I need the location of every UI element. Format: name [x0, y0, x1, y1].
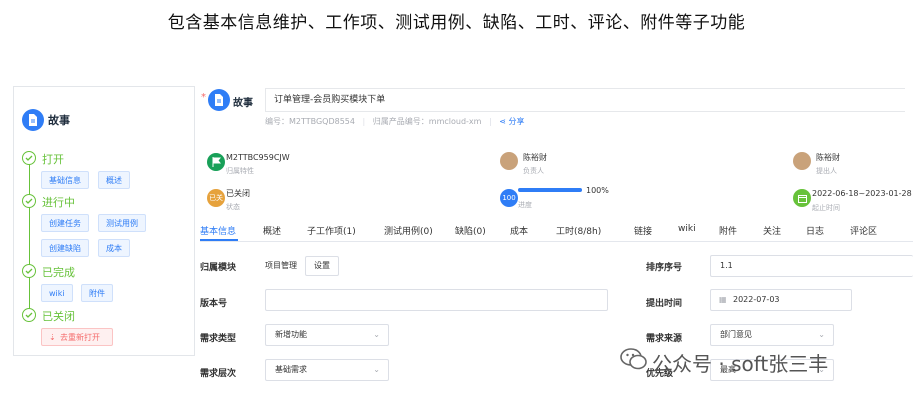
- share-link[interactable]: ⋖ 分享: [499, 117, 524, 126]
- progress-text: 100%: [586, 186, 609, 195]
- req-type-select[interactable]: 新增功能 ⌄: [265, 324, 389, 346]
- progress-fill: [518, 188, 582, 192]
- order-label: 排序序号: [646, 263, 683, 273]
- module-setting-button[interactable]: 设置: [305, 256, 339, 276]
- level-select[interactable]: 基础需求 ⌄: [265, 359, 389, 381]
- document-icon: [22, 109, 44, 131]
- tab-log[interactable]: 日志: [806, 224, 824, 237]
- check-icon: [22, 194, 36, 208]
- avatar: [793, 152, 811, 170]
- chevron-down-icon: ⌄: [373, 330, 380, 339]
- feature-code: M2TTBC959CJW: [226, 153, 290, 162]
- tab-attachments[interactable]: 附件: [719, 224, 737, 237]
- stage-progress-label: 进行中: [42, 196, 75, 209]
- date-range-label: 起止时间: [812, 204, 840, 212]
- tab-links[interactable]: 链接: [634, 224, 652, 237]
- stage-done-label: 已完成: [42, 266, 75, 279]
- reporter-name: 陈裕财: [816, 153, 840, 162]
- chevron-down-icon: ⌄: [818, 330, 825, 339]
- tab-overview[interactable]: 概述: [263, 224, 281, 237]
- check-icon: [22, 151, 36, 165]
- req-type-label: 需求类型: [200, 334, 237, 344]
- version-input[interactable]: [265, 289, 608, 311]
- work-item-type: 故事: [233, 98, 253, 109]
- flag-icon: [207, 153, 225, 171]
- meta-line: 编号：M2TTBGQD8554 | 归属产品编号：mmcloud-xm | ⋖ …: [265, 117, 525, 126]
- tab-bugs[interactable]: 缺陷(0): [455, 224, 486, 237]
- tab-worktime[interactable]: 工时(8/8h): [556, 224, 601, 237]
- watermark-text: 公众号 · soft张三丰: [652, 352, 829, 376]
- active-tab-indicator: [200, 239, 238, 241]
- title-input[interactable]: 订单管理-会员购买模块下单: [265, 88, 905, 112]
- lifecycle-panel: 故事 打开 基础信息 概述 进行中 创建任务 测试用例 创建缺陷 成本 已完成 …: [13, 86, 195, 356]
- share-label: 分享: [508, 117, 525, 126]
- reopen-label: 去重新打开: [60, 333, 100, 342]
- tabs-divider: [200, 241, 913, 242]
- story-title: 故事: [48, 114, 70, 127]
- date-label: 提出时间: [646, 299, 683, 309]
- document-icon: [208, 89, 230, 111]
- level-value: 基础需求: [275, 365, 307, 374]
- meta-product: 归属产品编号：mmcloud-xm: [372, 117, 482, 126]
- undo-icon: ⇣: [49, 333, 56, 342]
- feature-code-label: 归属特性: [226, 167, 254, 175]
- tab-wiki[interactable]: wiki: [678, 224, 696, 234]
- meta-number: 编号：M2TTBGQD8554: [265, 117, 355, 126]
- status-label: 状态: [226, 203, 240, 211]
- level-label: 需求层次: [200, 369, 237, 379]
- source-select[interactable]: 部门意见 ⌄: [710, 324, 834, 346]
- status-value: 已关闭: [226, 189, 250, 198]
- version-label: 版本号: [200, 299, 228, 309]
- calendar-icon: ▦: [719, 295, 727, 304]
- source-label: 需求来源: [646, 334, 683, 344]
- reopen-button[interactable]: ⇣ 去重新打开: [41, 328, 113, 346]
- source-value: 部门意见: [720, 330, 752, 339]
- share-icon: ⋖: [499, 117, 506, 126]
- tag-attachment[interactable]: 附件: [81, 284, 113, 302]
- status-badge: 已关: [207, 189, 225, 207]
- tag-basic-info[interactable]: 基础信息: [41, 171, 89, 189]
- check-icon: [22, 264, 36, 278]
- tab-basic-info[interactable]: 基本信息: [200, 224, 236, 237]
- page-caption: 包含基本信息维护、工作项、测试用例、缺陷、工时、评论、附件等子功能: [167, 13, 746, 33]
- module-value: 项目管理: [265, 261, 297, 270]
- tag-cost[interactable]: 成本: [98, 239, 130, 257]
- tag-wiki[interactable]: wiki: [41, 284, 73, 302]
- tab-comments[interactable]: 评论区: [850, 224, 877, 237]
- tag-overview[interactable]: 概述: [98, 171, 130, 189]
- tag-test-case[interactable]: 测试用例: [98, 214, 146, 232]
- chevron-down-icon: ⌄: [373, 365, 380, 374]
- progress-label: 进度: [518, 201, 532, 209]
- timeline-line: [29, 159, 30, 311]
- stage-closed-label: 已关闭: [42, 310, 75, 323]
- owner-label: 负责人: [523, 167, 544, 175]
- module-label: 归属模块: [200, 263, 237, 273]
- reporter-label: 提出人: [816, 167, 837, 175]
- calendar-icon: [793, 189, 811, 207]
- order-input[interactable]: 1.1: [710, 255, 913, 277]
- tab-test-cases[interactable]: 测试用例(0): [384, 224, 433, 237]
- tag-create-bug[interactable]: 创建缺陷: [41, 239, 89, 257]
- progress-badge: 100: [500, 189, 518, 207]
- avatar: [500, 152, 518, 170]
- tab-follow[interactable]: 关注: [763, 224, 781, 237]
- req-type-value: 新增功能: [275, 330, 307, 339]
- tab-sub-items[interactable]: 子工作项(1): [307, 224, 356, 237]
- tab-cost[interactable]: 成本: [510, 224, 528, 237]
- date-range: 2022-06-18~2023-01-28: [812, 189, 912, 198]
- wechat-icon: [620, 348, 647, 370]
- required-mark: *: [201, 92, 206, 103]
- owner-name: 陈裕财: [523, 153, 547, 162]
- progress-bar: [518, 188, 582, 192]
- date-picker[interactable]: ▦ 2022-07-03: [710, 289, 852, 311]
- stage-open-label: 打开: [42, 153, 64, 166]
- date-value: 2022-07-03: [733, 295, 780, 304]
- tag-create-task[interactable]: 创建任务: [41, 214, 89, 232]
- check-icon: [22, 308, 36, 322]
